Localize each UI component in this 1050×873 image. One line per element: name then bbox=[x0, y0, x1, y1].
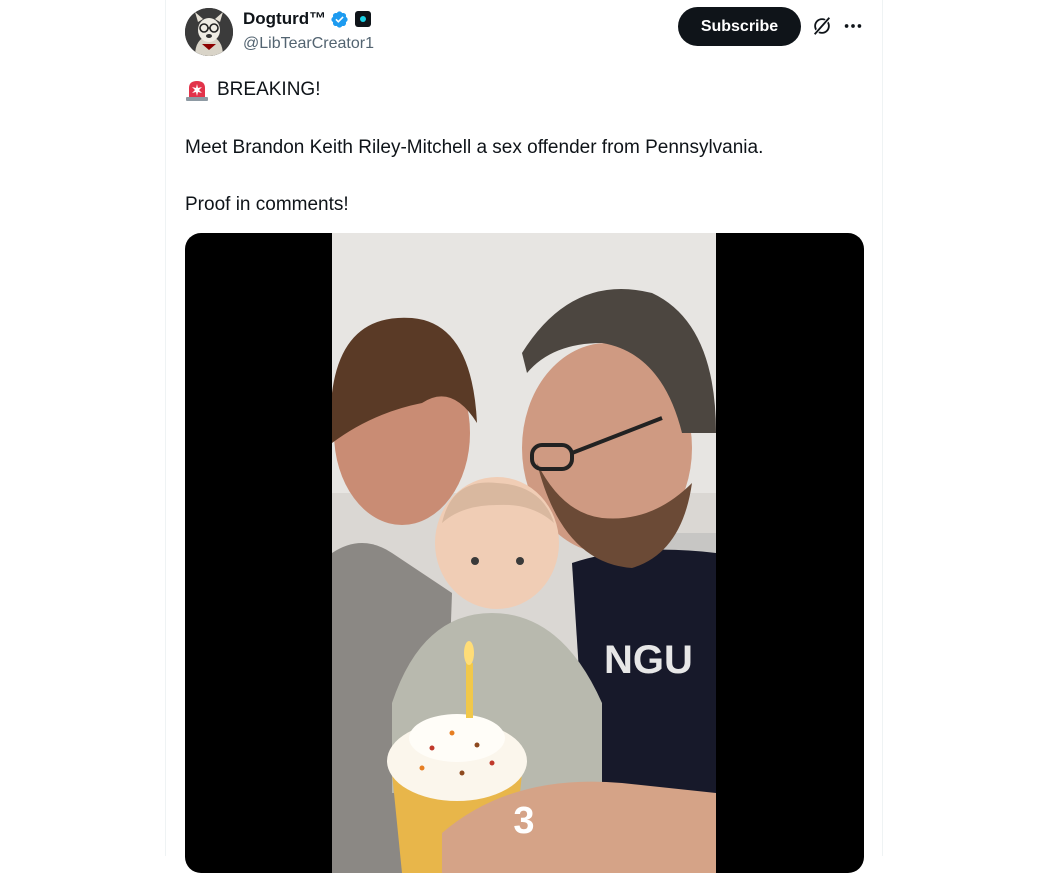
tweet-line-3: Proof in comments! bbox=[185, 194, 349, 215]
video-frame[interactable]: NGU 3 bbox=[332, 233, 716, 873]
author-name-row: Dogturd™ bbox=[243, 9, 372, 29]
verified-badge-icon[interactable] bbox=[330, 10, 349, 29]
svg-text:NGU: NGU bbox=[604, 638, 693, 682]
subscribe-button[interactable]: Subscribe bbox=[678, 7, 801, 46]
tweet-column: Dogturd™ @LibTearCreator1 Subscribe BREA… bbox=[165, 0, 883, 873]
more-options-icon[interactable] bbox=[842, 15, 864, 37]
author-avatar[interactable] bbox=[185, 8, 233, 56]
video-player[interactable]: NGU 3 bbox=[185, 233, 864, 873]
author-handle[interactable]: @LibTearCreator1 bbox=[243, 35, 374, 53]
grok-icon[interactable] bbox=[811, 15, 833, 37]
tweet-line-breaking: BREAKING! bbox=[185, 78, 320, 101]
affiliate-badge-icon[interactable] bbox=[355, 11, 372, 27]
video-countdown-overlay: 3 bbox=[513, 800, 534, 842]
tweet-line-2: Meet Brandon Keith Riley-Mitchell a sex … bbox=[185, 137, 764, 158]
siren-icon bbox=[186, 80, 208, 101]
author-display-name[interactable]: Dogturd™ bbox=[243, 9, 326, 29]
tweet-line-1: BREAKING! bbox=[217, 79, 321, 100]
tweet-text: BREAKING! Meet Brandon Keith Riley-Mitch… bbox=[185, 78, 763, 215]
